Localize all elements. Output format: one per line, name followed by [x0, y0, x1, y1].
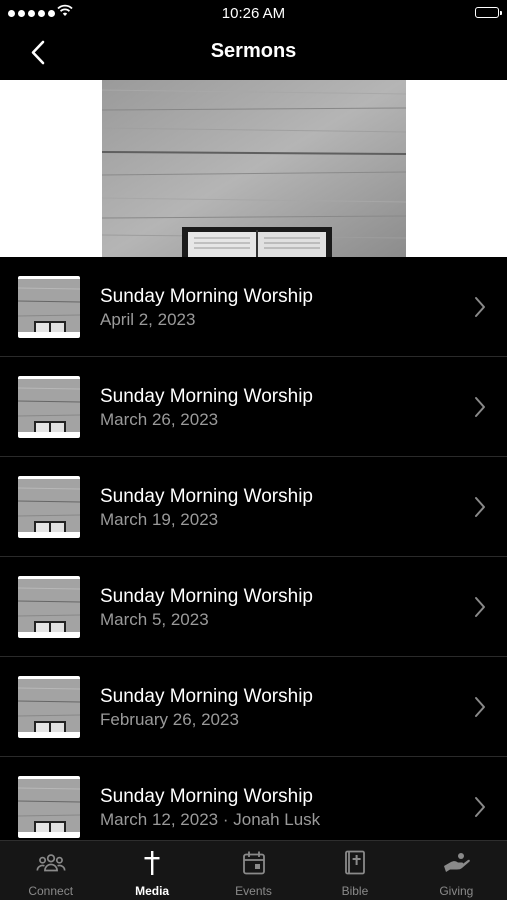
sermon-date: April 2, 2023 — [100, 310, 196, 329]
sermon-title: Sunday Morning Worship — [100, 686, 313, 707]
tab-label: Events — [235, 884, 272, 898]
tab-connect[interactable]: Connect — [0, 841, 101, 900]
tab-bible[interactable]: Bible — [304, 841, 405, 900]
sermon-date: March 5, 2023 — [100, 610, 209, 629]
sermon-row[interactable]: Sunday Morning Worship March 26, 2023 — [0, 357, 507, 457]
giving-hand-icon — [444, 853, 471, 872]
page-title: Sermons — [210, 40, 297, 62]
tab-label: Media — [135, 884, 170, 898]
sermon-date: March 19, 2023 — [100, 510, 219, 529]
sermon-thumbnail — [18, 376, 80, 438]
chevron-right-icon — [475, 597, 485, 617]
sermon-date: February 26, 2023 — [100, 710, 239, 729]
tab-events[interactable]: Events — [203, 841, 304, 900]
battery-icon — [475, 7, 502, 18]
sermon-thumbnail — [18, 276, 80, 338]
sermon-thumbnail — [18, 776, 80, 838]
chevron-right-icon — [475, 297, 485, 317]
tab-label: Connect — [28, 884, 74, 898]
sermon-date: March 26, 2023 — [100, 410, 219, 429]
sermon-list: Sunday Morning Worship April 2, 2023 Sun… — [0, 257, 507, 840]
sermon-title: Sunday Morning Worship — [100, 286, 313, 307]
chevron-right-icon — [475, 497, 485, 517]
sermon-thumbnail — [18, 476, 80, 538]
tab-giving[interactable]: Giving — [406, 841, 507, 900]
chevron-right-icon — [475, 697, 485, 717]
calendar-icon — [242, 851, 265, 875]
status-bar: 10:26 AM — [0, 0, 507, 28]
chevron-right-icon — [475, 397, 485, 417]
navigation-bar: Sermons — [0, 28, 507, 78]
cross-icon — [144, 851, 160, 875]
sermon-row[interactable]: Sunday Morning Worship April 2, 2023 — [0, 257, 507, 357]
hero-image — [102, 80, 406, 257]
sermon-thumbnail — [18, 676, 80, 738]
tab-bar: Connect Media Events Bible Giving — [0, 840, 507, 900]
bible-icon — [345, 850, 365, 875]
sermon-thumbnail — [18, 576, 80, 638]
sermon-date: March 12, 2023 · Jonah Lusk — [100, 810, 321, 829]
sermon-row[interactable]: Sunday Morning Worship March 5, 2023 — [0, 557, 507, 657]
sermon-title: Sunday Morning Worship — [100, 386, 313, 407]
tab-label: Giving — [439, 884, 474, 898]
sermon-title: Sunday Morning Worship — [100, 486, 313, 507]
sermon-title: Sunday Morning Worship — [100, 786, 313, 807]
hero-banner — [0, 80, 507, 257]
status-time: 10:26 AM — [221, 5, 286, 22]
chevron-right-icon — [475, 797, 485, 817]
sermon-title: Sunday Morning Worship — [100, 586, 313, 607]
sermon-row[interactable]: Sunday Morning Worship March 19, 2023 — [0, 457, 507, 557]
tab-media[interactable]: Media — [101, 841, 202, 900]
people-icon — [36, 854, 66, 872]
tab-label: Bible — [341, 884, 369, 898]
sermon-row[interactable]: Sunday Morning Worship February 26, 2023 — [0, 657, 507, 757]
sermon-row[interactable]: Sunday Morning Worship March 12, 2023 · … — [0, 757, 507, 840]
